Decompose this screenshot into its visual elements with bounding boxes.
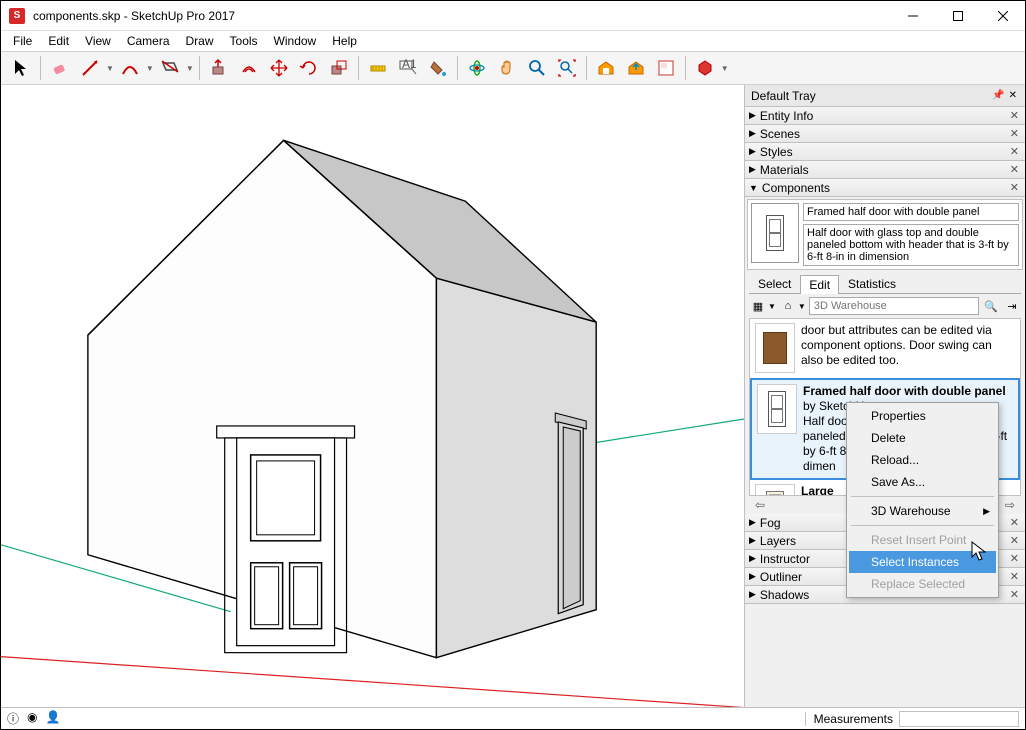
warehouse-share-tool[interactable] [622,54,650,82]
component-thumb [755,484,795,496]
layout-tool[interactable] [652,54,680,82]
main-area: Default Tray 📌 ✕ ▶Entity Info✕ ▶Scenes✕ … [1,85,1025,708]
close-icon[interactable]: ✕ [1008,516,1021,529]
menu-window[interactable]: Window [266,32,325,50]
thumbnail-view-button[interactable]: ▦ [749,297,767,315]
eraser-tool[interactable] [46,54,74,82]
menu-tools[interactable]: Tools [222,32,266,50]
status-bar: ⓘ ◉ 👤 Measurements [1,707,1025,729]
list-item[interactable]: door but attributes can be edited via co… [750,319,1020,378]
move-tool[interactable] [265,54,293,82]
zoom-extents-tool[interactable] [553,54,581,82]
pushpull-tool[interactable] [205,54,233,82]
component-name-field[interactable] [803,203,1019,221]
line-tool[interactable] [76,54,104,82]
offset-tool[interactable] [235,54,263,82]
component-desc-field[interactable]: Half door with glass top and double pane… [803,224,1019,266]
tab-edit[interactable]: Edit [800,275,839,294]
viewport[interactable] [1,85,745,708]
ctx-properties[interactable]: Properties [849,405,996,427]
warehouse-tool[interactable] [592,54,620,82]
component-tabs: Select Edit Statistics [749,274,1021,294]
home-button[interactable]: ⌂ [779,297,797,315]
panel-components[interactable]: ▼Components✕ [745,179,1025,197]
measurements-label: Measurements [805,712,893,726]
chevron-right-icon: ▶ [983,506,990,517]
close-icon[interactable]: ✕ [1008,534,1021,547]
pin-icon[interactable]: 📌 [990,90,1006,101]
close-icon[interactable]: ✕ [1008,127,1021,140]
rect-tool[interactable] [156,54,184,82]
context-menu: Properties Delete Reload... Save As... 3… [846,402,999,598]
pan-tool[interactable] [493,54,521,82]
arc-tool[interactable] [116,54,144,82]
close-icon[interactable]: ✕ [1008,109,1021,122]
close-icon[interactable]: ✕ [1008,163,1021,176]
tab-statistics[interactable]: Statistics [839,274,905,293]
scale-tool[interactable] [325,54,353,82]
paint-tool[interactable] [424,54,452,82]
select-tool[interactable] [7,54,35,82]
component-subtoolbar: ▦▼ ⌂▼ 🔍 ⇥ [749,297,1021,315]
minimize-button[interactable] [890,1,935,31]
menu-edit[interactable]: Edit [40,32,77,50]
zoom-tool[interactable] [523,54,551,82]
component-info: Half door with glass top and double pane… [747,199,1023,270]
tray-title-bar[interactable]: Default Tray 📌 ✕ [745,85,1025,107]
orbit-tool[interactable] [463,54,491,82]
panel-entity-info[interactable]: ▶Entity Info✕ [745,107,1025,125]
menu-view[interactable]: View [77,32,119,50]
component-thumbnail [751,203,799,263]
user-icon[interactable]: ◉ [27,710,37,727]
close-icon[interactable]: ✕ [1008,552,1021,565]
search-icon[interactable]: 🔍 [982,297,1000,315]
profile-icon[interactable]: 👤 [46,710,61,727]
maximize-button[interactable] [935,1,980,31]
prev-icon[interactable]: ⇦ [751,498,769,512]
close-icon[interactable]: ✕ [1008,145,1021,158]
ctx-replace-selected: Replace Selected [849,573,996,595]
more-icon[interactable]: ⇥ [1003,297,1021,315]
tray-close-icon[interactable]: ✕ [1007,90,1019,101]
svg-text:A1: A1 [402,58,417,71]
measurements-field[interactable] [899,711,1019,727]
ctx-warehouse[interactable]: 3D Warehouse▶ [849,500,996,522]
cursor-icon [971,541,989,563]
close-icon[interactable]: ✕ [1008,588,1021,601]
main-toolbar: ▼ ▼ ▼ A1 ▼ [1,51,1025,85]
tab-select[interactable]: Select [749,274,800,293]
component-thumb [755,323,795,373]
panel-scenes[interactable]: ▶Scenes✕ [745,125,1025,143]
help-icon[interactable]: ⓘ [7,710,19,727]
component-thumb [757,384,797,434]
close-icon[interactable]: ✕ [1008,181,1021,194]
menu-file[interactable]: File [5,32,40,50]
ctx-reload[interactable]: Reload... [849,449,996,471]
tray-title-text: Default Tray [751,89,990,103]
menu-bar: File Edit View Camera Draw Tools Window … [1,31,1025,51]
ctx-delete[interactable]: Delete [849,427,996,449]
window-title: components.skp - SketchUp Pro 2017 [33,9,890,23]
text-tool[interactable]: A1 [394,54,422,82]
panel-materials[interactable]: ▶Materials✕ [745,161,1025,179]
next-icon[interactable]: ⇨ [1001,498,1019,512]
ctx-saveas[interactable]: Save As... [849,471,996,493]
search-input[interactable] [809,297,979,315]
extensions-tool[interactable] [691,54,719,82]
menu-help[interactable]: Help [324,32,365,50]
panel-styles[interactable]: ▶Styles✕ [745,143,1025,161]
window-controls [890,1,1025,31]
close-button[interactable] [980,1,1025,31]
app-icon: S [9,8,25,24]
tape-tool[interactable] [364,54,392,82]
close-icon[interactable]: ✕ [1008,570,1021,583]
default-tray: Default Tray 📌 ✕ ▶Entity Info✕ ▶Scenes✕ … [745,85,1025,708]
menu-camera[interactable]: Camera [119,32,178,50]
title-bar: S components.skp - SketchUp Pro 2017 [1,1,1025,31]
rotate-tool[interactable] [295,54,323,82]
menu-draw[interactable]: Draw [178,32,222,50]
